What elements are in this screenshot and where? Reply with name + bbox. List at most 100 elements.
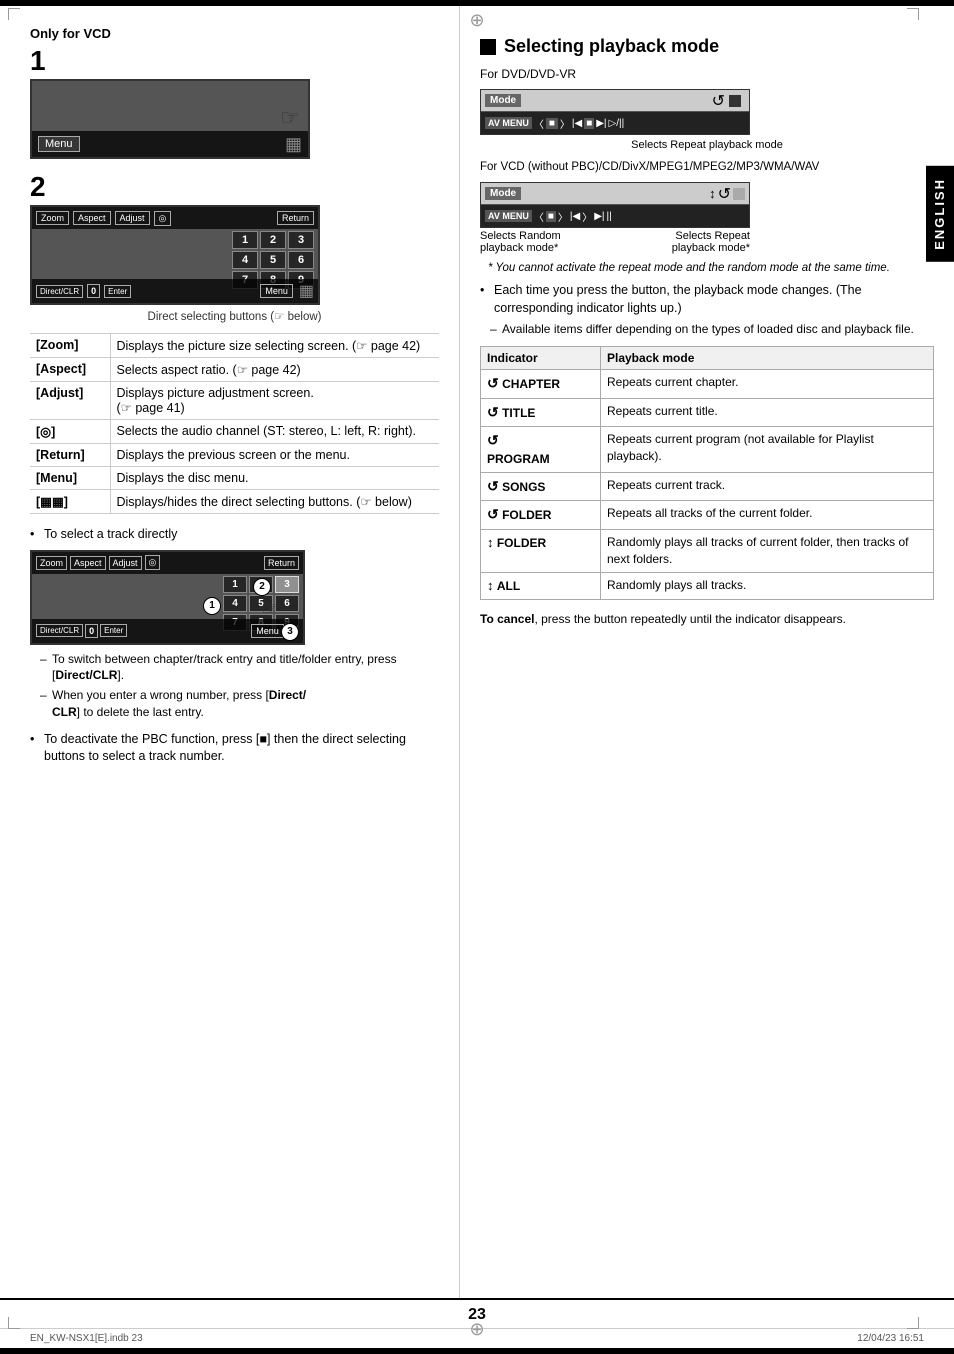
grid-3: 3 [288, 231, 314, 249]
left-column: Only for VCD 1 Menu ▦ ☞ 2 Zoom Aspect [0, 6, 460, 1298]
direct-clr-btn[interactable]: Direct/CLR [36, 285, 83, 298]
menu-btn-1[interactable]: Menu [38, 136, 80, 152]
indicator-folder-random: ↕ FOLDER [481, 529, 601, 572]
playback-table-header: Indicator Playback mode [481, 347, 934, 370]
black-square-icon [480, 39, 496, 55]
grid-5: 5 [260, 251, 286, 269]
sub-bullet-1: To switch between chapter/track entry an… [40, 651, 439, 685]
playback-table: Indicator Playback mode ↺ CHAPTER Repeat… [480, 346, 934, 600]
sub-bullet-2: When you enter a wrong number, press [Di… [40, 687, 439, 721]
dvd-mode-row2: AV MENU 〈 ■ 〉 |◀ ■ ▶| ▷/|| [481, 112, 749, 134]
mode-program: Repeats current program (not available f… [601, 427, 934, 472]
indicator-folder-repeat: ↺ FOLDER [481, 501, 601, 530]
audio-btn[interactable]: ◎ [154, 211, 172, 226]
mode-all: Randomly plays all tracks. [601, 572, 934, 599]
indicator-program: ↺PROGRAM [481, 427, 601, 472]
grid-1: 1 [232, 231, 258, 249]
enter-btn[interactable]: Enter [104, 285, 131, 298]
feature-val-grid: Displays/hides the direct selecting butt… [110, 490, 439, 514]
grid-0: 0 [87, 284, 100, 298]
mode-title: Repeats current title. [601, 398, 934, 427]
screen1: Menu ▦ ☞ [30, 79, 310, 159]
random-icon-vcd: ↕ [709, 186, 716, 201]
small-screen-track: Zoom Aspect Adjust ◎ Return 1 2 3 4 5 6 … [30, 550, 305, 645]
bottom-border [0, 1348, 954, 1354]
feature-key-adjust: [Adjust] [30, 382, 110, 420]
feature-key-return: [Return] [30, 444, 110, 467]
feature-key-aspect: [Aspect] [30, 358, 110, 382]
feature-row-menu: [Menu] Displays the disc menu. [30, 467, 439, 490]
adjust-btn[interactable]: Adjust [115, 211, 150, 225]
stop-icon-dvd [729, 95, 741, 107]
feature-val-zoom: Displays the picture size selecting scre… [110, 334, 439, 358]
aspect-btn[interactable]: Aspect [73, 211, 111, 225]
circle-2: 2 [253, 578, 271, 596]
header-indicator: Indicator [481, 347, 601, 370]
footer-info: EN_KW-NSX1[E].indb 23 12/04/23 16:51 [0, 1328, 954, 1348]
sub-bullet-list: To switch between chapter/track entry an… [30, 651, 439, 721]
feature-val-adjust: Displays picture adjustment screen.(☞ pa… [110, 382, 439, 420]
hand-icon-1: ☞ [280, 105, 300, 131]
footer-left: EN_KW-NSX1[E].indb 23 [30, 1333, 143, 1344]
feature-row-adjust: [Adjust] Displays picture adjustment scr… [30, 382, 439, 420]
vcd-mode-row2: AV MENU 〈 ■ 〉 |◀ 〉 ▶| || [481, 205, 749, 227]
direct-clr-small: Direct/CLR [36, 624, 83, 637]
mode-folder-random: Randomly plays all tracks of current fol… [601, 529, 934, 572]
page-number: 23 [0, 1298, 954, 1328]
deactivate-bullet: To deactivate the PBC function, press [■… [30, 731, 439, 766]
indicator-songs: ↺ SONGS [481, 472, 601, 501]
return-btn-small: Return [264, 556, 299, 570]
indicator-all: ↕ ALL [481, 572, 601, 599]
note-asterisk: * You cannot activate the repeat mode an… [480, 260, 934, 276]
menu-btn-2[interactable]: Menu [260, 284, 293, 298]
vcd-mode-label: Mode [485, 187, 521, 200]
indicator-chapter: ↺ CHAPTER [481, 370, 601, 399]
audio-btn-small: ◎ [145, 555, 161, 570]
feature-row-audio: [◎] Selects the audio channel (ST: stere… [30, 420, 439, 444]
step1-number: 1 [30, 47, 439, 75]
selects-repeat: Selects Repeatplayback mode* [672, 230, 750, 254]
hand-icon-2: ☞ [261, 596, 279, 621]
sub-available: Available items differ depending on the … [490, 321, 934, 338]
bullet-list: To select a track directly [30, 526, 439, 544]
page-footer-area: 23 EN_KW-NSX1[E].indb 23 12/04/23 16:51 [0, 1298, 954, 1348]
vcd-mode-row1: Mode ↕ ↺ [481, 183, 749, 205]
aspect-btn-small: Aspect [70, 556, 106, 570]
return-btn[interactable]: Return [277, 211, 314, 225]
feature-row-return: [Return] Displays the previous screen or… [30, 444, 439, 467]
repeat-icon-vcd: ↺ [718, 184, 731, 204]
selects-repeat-label-dvd: Selects Repeat playback mode [480, 139, 934, 151]
content-area: Only for VCD 1 Menu ▦ ☞ 2 Zoom Aspect [0, 6, 954, 1298]
dvd-mode-display: Mode ↺ AV MENU 〈 ■ 〉 |◀ ■ ▶| ▷/|| [480, 89, 750, 135]
feature-val-audio: Selects the audio channel (ST: stereo, L… [110, 420, 439, 444]
lang-tab: ENGLISH [926, 166, 954, 262]
mode-chapter: Repeats current chapter. [601, 370, 934, 399]
row-title: ↺ TITLE Repeats current title. [481, 398, 934, 427]
page-container: ⊕ ⊕ Only for VCD 1 Menu ▦ ☞ 2 [0, 0, 954, 1354]
feature-val-menu: Displays the disc menu. [110, 467, 439, 490]
screen2: Zoom Aspect Adjust ◎ Return 1 2 3 4 5 6 … [30, 205, 320, 305]
footer-right: 12/04/23 16:51 [857, 1333, 924, 1344]
row-all: ↕ ALL Randomly plays all tracks. [481, 572, 934, 599]
dvd-mode-row1: Mode ↺ [481, 90, 749, 112]
circle-3: 3 [281, 623, 299, 641]
grid-4: 4 [232, 251, 258, 269]
direct-buttons-caption: Direct selecting buttons (☞ below) [30, 309, 439, 323]
adjust-btn-small: Adjust [109, 556, 142, 570]
row-folder-random: ↕ FOLDER Randomly plays all tracks of cu… [481, 529, 934, 572]
bullet-select-track: To select a track directly [30, 526, 439, 544]
section-title-bar: Selecting playback mode [480, 36, 934, 57]
dvd-mode-label: Mode [485, 94, 521, 107]
zoom-btn-small: Zoom [36, 556, 67, 570]
grid-2: 2 [260, 231, 286, 249]
section-title: Selecting playback mode [504, 36, 719, 57]
vcd-mode-display: Mode ↕ ↺ AV MENU 〈 ■ 〉 |◀ 〉 ▶| || [480, 182, 750, 228]
zoom-btn[interactable]: Zoom [36, 211, 69, 225]
mode-songs: Repeats current track. [601, 472, 934, 501]
right-column: ENGLISH Selecting playback mode For DVD/… [460, 6, 954, 1298]
feature-key-zoom: [Zoom] [30, 334, 110, 358]
grid-6: 6 [288, 251, 314, 269]
row-folder-repeat: ↺ FOLDER Repeats all tracks of the curre… [481, 501, 934, 530]
circle-1: 1 [203, 597, 221, 615]
stop-icon-vcd [733, 188, 745, 200]
